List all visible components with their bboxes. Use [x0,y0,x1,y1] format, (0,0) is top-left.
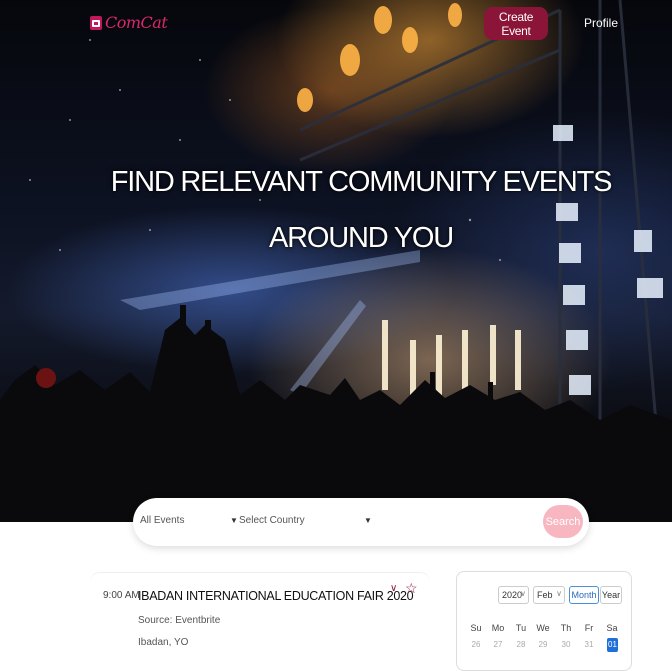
weekday-label: We [536,623,550,633]
chevron-down-icon: ∨ [520,589,526,598]
logo[interactable]: ComCat [90,13,168,32]
event-title[interactable]: IBADAN INTERNATIONAL EDUCATION FAIR 2020 [138,589,414,603]
calendar-day[interactable]: 26 [466,638,486,652]
calendar-day[interactable]: 30 [556,638,576,652]
search-button[interactable]: Search [543,505,583,538]
calendar-day[interactable]: 31 [579,638,599,652]
year-view-button[interactable]: Year [600,586,622,604]
chevron-down-icon[interactable]: ∨ [390,583,397,594]
event-time: 9:00 AM [103,590,140,601]
hero-title-line2: AROUND YOU [268,222,454,254]
weekday-label: Sa [606,623,618,633]
chevron-down-icon: ∨ [556,589,562,598]
weekday-label: Su [470,623,482,633]
event-location: Ibadan, YO [138,637,189,648]
calendar-day[interactable]: 27 [488,638,508,652]
month-select[interactable]: Feb ∨ [533,586,565,604]
hero-title: FIND RELEVANT COMMUNITY EVENTS AROUND YO… [0,154,672,266]
caret-down-icon: ▼ [364,516,372,525]
event-source: Source: Eventbrite [138,615,221,626]
weekday-label: Fr [584,623,594,633]
search-bar: All Events ▼ Select Country ▼ Search [133,498,589,546]
weekday-label: Mo [491,623,505,633]
events-filter-select[interactable]: All Events [140,515,240,526]
month-view-button[interactable]: Month [569,586,599,604]
calendar-day-selected[interactable]: 01 [607,638,618,652]
country-select[interactable]: Select Country [239,515,379,526]
caret-down-icon: ▼ [230,516,238,525]
star-icon[interactable]: ☆ [405,580,418,597]
calendar-widget: 2020 ∨ Feb ∨ Month Year Su Mo Tu We Th Fr … [456,571,632,671]
hero-title-line1: FIND RELEVANT COMMUNITY EVENTS [110,166,613,198]
logo-text: ComCat [105,13,168,32]
weekday-label: Tu [515,623,527,633]
hero-banner: ComCat Create Event Profile FIND RELEVAN… [0,0,672,522]
create-event-button[interactable]: Create Event [484,7,548,40]
calendar-day[interactable]: 28 [511,638,531,652]
calendar-day[interactable]: 29 [533,638,553,652]
event-card[interactable]: 9:00 AM IBADAN INTERNATIONAL EDUCATION F… [90,572,430,662]
weekday-label: Th [560,623,572,633]
profile-link[interactable]: Profile [584,16,618,30]
year-select[interactable]: 2020 ∨ [498,586,529,604]
calendar-logo-icon [90,15,102,30]
